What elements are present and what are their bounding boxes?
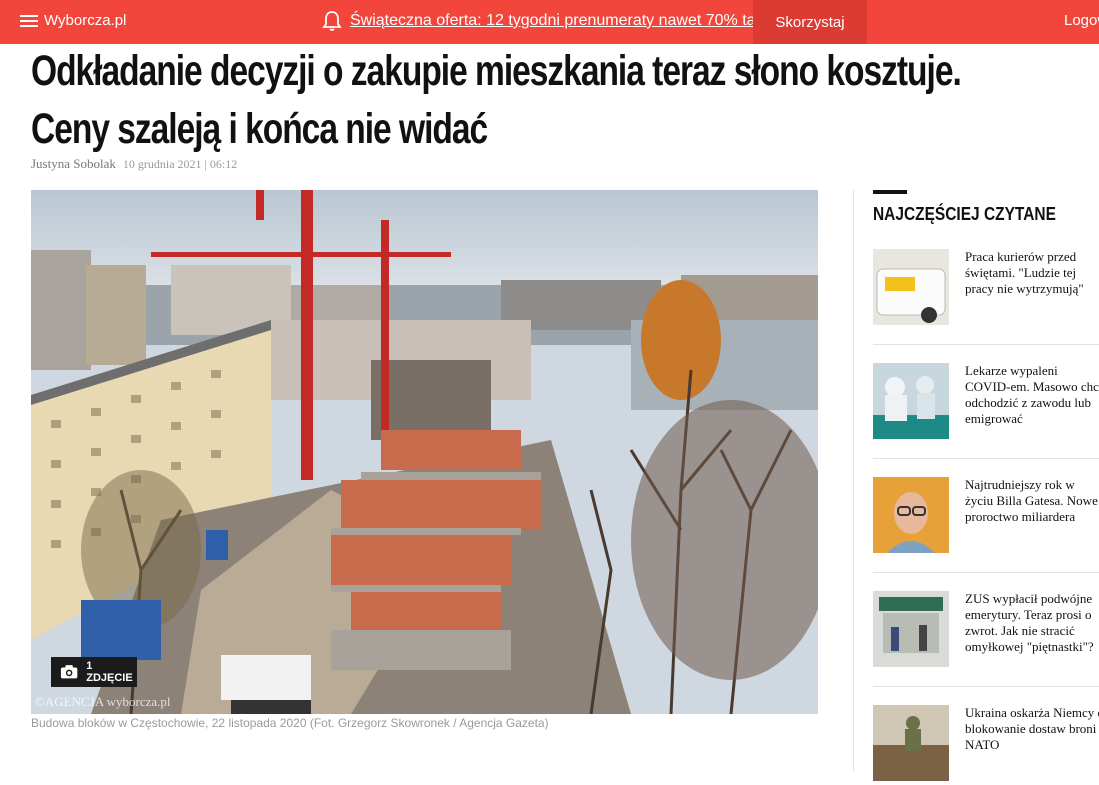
divider (873, 458, 1099, 459)
list-item-title[interactable]: ZUS wypłacił podwójne emerytury. Teraz p… (965, 591, 1099, 655)
headline-line-1: Odkładanie decyzji o zakupie mieszkania … (31, 47, 962, 95)
zus-office-thumb[interactable] (873, 591, 949, 667)
photo-watermark: ©AGENCJA wyborcza.pl (35, 694, 171, 709)
photo-count-badge[interactable]: 1 ZDJĘCIE (51, 657, 137, 687)
list-item[interactable]: Najtrudniejszy rok w życiu Billa Gatesa.… (873, 477, 1099, 557)
doctors-thumb[interactable] (873, 363, 949, 439)
top-bar: Wyborcza.pl Świąteczna oferta: 12 tygodn… (0, 0, 1099, 44)
publish-date: 10 grudnia 2021 | 06:12 (122, 157, 238, 171)
divider (873, 686, 1099, 687)
login-link[interactable]: Logowanie (1064, 12, 1099, 29)
list-item[interactable]: Lekarze wypaleni COVID-em. Masowo chcą o… (873, 363, 1099, 443)
portrait-thumb[interactable] (873, 477, 949, 553)
sidebar-accent-bar (873, 190, 907, 194)
divider (873, 344, 1099, 345)
promo-link[interactable]: Świąteczna oferta: 12 tygodni prenumerat… (350, 12, 780, 30)
camera-icon (60, 665, 78, 679)
soldier-thumb[interactable] (873, 705, 949, 781)
hamburger-icon[interactable] (20, 14, 38, 28)
subscribe-button[interactable]: Skorzystaj (753, 0, 867, 44)
byline: Justyna Sobolak 10 grudnia 2021 | 06:12 (31, 156, 237, 172)
bell-icon (322, 11, 342, 31)
headline-line-2: Ceny szaleją i końca nie widać (31, 105, 488, 153)
article-photo[interactable] (31, 190, 818, 714)
list-item-title[interactable]: Ukraina oskarża Niemcy o blokowanie dost… (965, 705, 1099, 753)
sidebar-title: NAJCZĘŚCIEJ CZYTANE (873, 204, 1056, 224)
construction-site-illustration (31, 190, 818, 714)
brand-name: Wyborcza.pl (44, 12, 127, 29)
list-item-title[interactable]: Praca kurierów przed świętami. "Ludzie t… (965, 249, 1099, 297)
author-name[interactable]: Justyna Sobolak (31, 156, 116, 171)
list-item[interactable]: Praca kurierów przed świętami. "Ludzie t… (873, 249, 1099, 329)
list-item-title[interactable]: Lekarze wypaleni COVID-em. Masowo chcą o… (965, 363, 1099, 427)
column-divider (853, 190, 854, 771)
brand-menu[interactable]: Wyborcza.pl (20, 12, 126, 29)
photo-count-label: 1 ZDJĘCIE (86, 660, 133, 684)
list-item[interactable]: ZUS wypłacił podwójne emerytury. Teraz p… (873, 591, 1099, 671)
courier-van-thumb[interactable] (873, 249, 949, 325)
divider (873, 572, 1099, 573)
list-item[interactable]: Ukraina oskarża Niemcy o blokowanie dost… (873, 705, 1099, 785)
promo-banner[interactable]: Świąteczna oferta: 12 tygodni prenumerat… (322, 10, 780, 32)
photo-caption: Budowa bloków w Częstochowie, 22 listopa… (31, 716, 549, 730)
article-headline: Odkładanie decyzji o zakupie mieszkania … (31, 42, 962, 158)
list-item-title[interactable]: Najtrudniejszy rok w życiu Billa Gatesa.… (965, 477, 1099, 525)
